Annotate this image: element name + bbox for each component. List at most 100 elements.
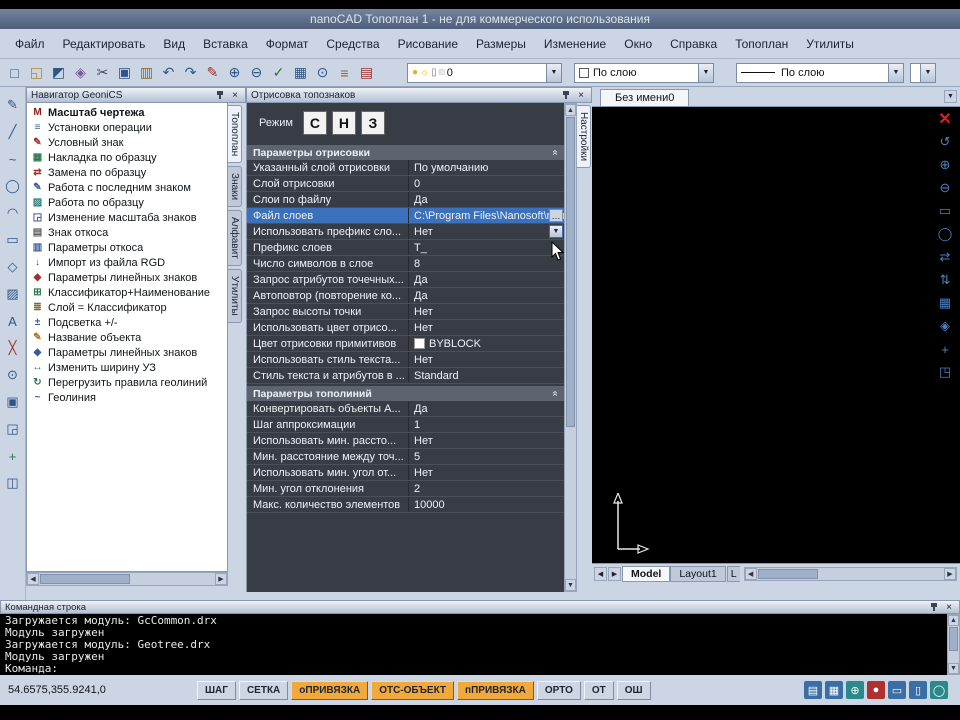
check-icon[interactable]: ✓ [268, 62, 289, 83]
table-icon[interactable]: ▦ [290, 62, 311, 83]
property-row[interactable]: Использовать цвет отрисо... Нет [247, 320, 564, 336]
property-row[interactable]: Слой отрисовки 0 [247, 176, 564, 192]
property-value[interactable]: 5 [409, 449, 564, 464]
tab-list-icon[interactable]: ▼ [944, 90, 957, 103]
close-icon[interactable]: × [575, 89, 587, 101]
tree-item[interactable]: ◲ Изменение масштаба знаков [27, 210, 227, 225]
close-icon[interactable]: × [229, 89, 241, 101]
pan-horizontal-icon[interactable]: ⇄ [935, 247, 955, 267]
tab-settings[interactable]: Настройки [577, 105, 591, 169]
tree-item[interactable]: ⇄ Замена по образцу [27, 165, 227, 180]
property-row[interactable]: Указанный слой отрисовки По умолчанию [247, 160, 564, 176]
property-value[interactable]: Нет ▼ [409, 224, 564, 239]
dimension-icon[interactable]: ◫ [3, 473, 23, 493]
section-header[interactable]: Параметры тополиний « [247, 386, 564, 401]
property-row[interactable]: Мин. угол отклонения 2 [247, 481, 564, 497]
chevron-down-icon[interactable]: ▼ [546, 63, 561, 82]
chevron-down-icon[interactable]: ▼ [698, 63, 713, 82]
property-value[interactable]: Да [409, 272, 564, 287]
property-value[interactable]: Нет [409, 304, 564, 319]
menu-item-3[interactable]: Вид [154, 34, 194, 54]
property-value[interactable]: 10000 [409, 497, 564, 512]
property-value[interactable]: Standard [409, 368, 564, 383]
tree-item[interactable]: ▦ Накладка по образцу [27, 150, 227, 165]
tree-item[interactable]: ✎ Условный знак [27, 135, 227, 150]
monitor-icon[interactable]: ▭ [888, 681, 906, 699]
property-value[interactable]: 0 [409, 176, 564, 191]
zoom-out-icon[interactable]: ⊖ [246, 62, 267, 83]
menu-item-4[interactable]: Вставка [194, 34, 257, 54]
grid-icon[interactable]: ▦ [935, 293, 955, 313]
line-icon[interactable]: ╱ [3, 122, 23, 142]
tree-item[interactable]: ◆ Параметры линейных знаков [27, 270, 227, 285]
scroll-up-icon[interactable]: ▲ [565, 104, 576, 116]
property-value[interactable]: Да [409, 401, 564, 416]
circle-icon[interactable]: ◯ [3, 176, 23, 196]
layout-tab-layout1[interactable]: Layout1 [670, 565, 726, 582]
orbit-icon[interactable]: ↺ [935, 132, 955, 152]
tree-item[interactable]: ▤ Знак откоса [27, 225, 227, 240]
status-toggle-6[interactable]: ОРТО [536, 680, 581, 700]
polyline-icon[interactable]: ~ [3, 149, 23, 169]
property-row[interactable]: Использовать префикс сло... Нет ▼ [247, 224, 564, 240]
zoom-out-icon[interactable]: ⊖ [935, 178, 955, 198]
tree-item[interactable]: ± Подсветка +/- [27, 315, 227, 330]
tree-item[interactable]: ↔ Изменить ширину УЗ [27, 360, 227, 375]
status-toggle-3[interactable]: оПРИВЯЗКА [291, 680, 369, 700]
navigator-hscrollbar[interactable]: ◀ ▶ [26, 572, 228, 586]
scroll-right-icon[interactable]: ▶ [944, 567, 956, 580]
property-row[interactable]: Запрос атрибутов точечных... Да [247, 272, 564, 288]
chevron-down-icon[interactable]: ▼ [888, 63, 903, 82]
lock-icon[interactable]: ▯ [909, 681, 927, 699]
property-value[interactable]: 1 [409, 417, 564, 432]
polygon-icon[interactable]: ◇ [3, 257, 23, 277]
status-toggle-8[interactable]: ОШ [616, 680, 651, 700]
property-value[interactable]: T_ [409, 240, 564, 255]
zoom-in-icon[interactable]: ⊕ [224, 62, 245, 83]
menu-item-6[interactable]: Средства [317, 34, 388, 54]
menu-item-9[interactable]: Изменение [535, 34, 615, 54]
property-value[interactable]: 2 [409, 481, 564, 496]
copy-icon[interactable]: ▣ [114, 62, 135, 83]
attach-icon[interactable]: ⊙ [312, 62, 333, 83]
tree-item[interactable]: ≡ Установки операции [27, 120, 227, 135]
property-row[interactable]: Префикс слоев T_ [247, 240, 564, 256]
scroll-left-icon[interactable]: ◀ [27, 573, 39, 585]
tree-item[interactable]: M Масштаб чертежа [27, 105, 227, 120]
nav-side-tab-4[interactable]: Утилиты [228, 269, 242, 323]
linetype-combo[interactable]: По слою ▼ [736, 62, 904, 83]
property-value[interactable]: C:\Program Files\Nanosoft\nano… [409, 208, 564, 223]
property-value[interactable]: Нет [409, 352, 564, 367]
pin-icon[interactable] [930, 602, 939, 612]
close-icon[interactable]: ✕ [935, 109, 955, 129]
menu-item-12[interactable]: Топоплан [726, 34, 797, 54]
mode-button-1[interactable]: С [302, 111, 327, 135]
pencil-icon[interactable]: ✎ [3, 95, 23, 115]
partial-combo[interactable]: ▼ [910, 62, 936, 83]
scroll-up-icon[interactable]: ▲ [948, 615, 959, 626]
zoom-icon[interactable]: ⊕ [846, 681, 864, 699]
property-row[interactable]: Шаг аппроксимации 1 [247, 417, 564, 433]
command-line-header[interactable]: Командная строка × [0, 600, 960, 614]
tree-item[interactable]: ✎ Название объекта [27, 330, 227, 345]
section-header[interactable]: Параметры отрисовки « [247, 145, 564, 160]
tree-item[interactable]: ◆ Параметры линейных знаков [27, 345, 227, 360]
status-toggle-5[interactable]: пПРИВЯЗКА [457, 680, 534, 700]
script-icon[interactable]: ≡ [334, 62, 355, 83]
nav-side-tab-1[interactable]: Топоплан [228, 105, 242, 164]
property-row[interactable]: Запрос высоты точки Нет [247, 304, 564, 320]
zoom-extents-icon[interactable]: ◯ [935, 224, 955, 244]
calc-icon[interactable]: ▤ [356, 62, 377, 83]
paste-icon[interactable]: ▥ [136, 62, 157, 83]
plus-icon[interactable]: + [3, 446, 23, 466]
command-line-input[interactable]: Загружается модуль: GcCommon.drx Модуль з… [0, 614, 947, 675]
mode-button-3[interactable]: З [360, 111, 385, 135]
property-row[interactable]: Использовать мин. угол от... Нет [247, 465, 564, 481]
property-row[interactable]: Файл слоев C:\Program Files\Nanosoft\nano… [247, 208, 564, 224]
block-icon[interactable]: ▣ [3, 392, 23, 412]
menu-item-13[interactable]: Утилиты [797, 34, 863, 54]
new-file-icon[interactable]: □ [4, 62, 25, 83]
property-row[interactable]: Конвертировать объекты А... Да [247, 401, 564, 417]
menu-item-11[interactable]: Справка [661, 34, 726, 54]
property-value[interactable]: Нет [409, 320, 564, 335]
